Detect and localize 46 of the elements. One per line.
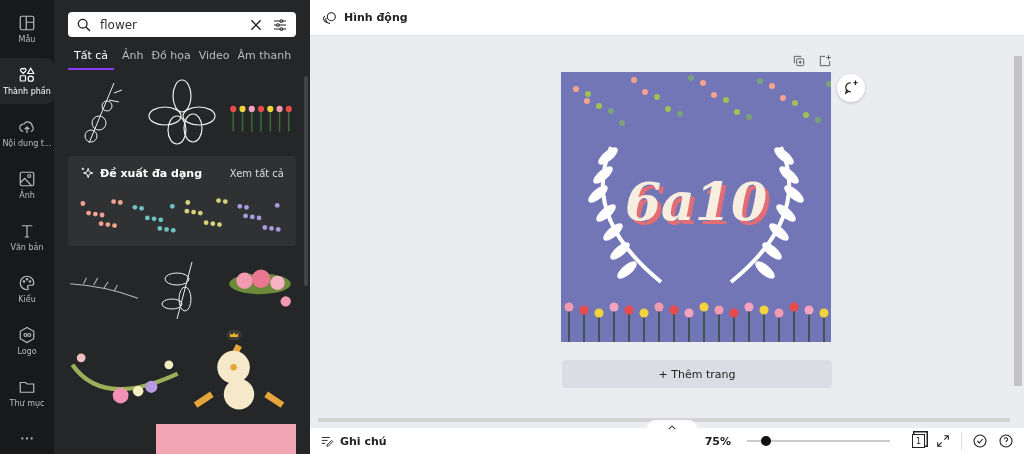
animate-button[interactable]: Hình động: [322, 9, 408, 26]
sidebar-item[interactable]: Thành phần: [0, 58, 54, 104]
zoom-level: 75%: [704, 434, 731, 448]
slider-thumb[interactable]: [760, 436, 771, 446]
scrollbar[interactable]: [1014, 56, 1022, 386]
tab[interactable]: Tất cả: [68, 49, 115, 70]
sidebar-item[interactable]: Logo: [0, 318, 54, 364]
sidebar-item[interactable]: Kiểu: [0, 266, 54, 312]
comment-icon: [842, 79, 860, 97]
palette-icon: [18, 274, 36, 292]
notes-button[interactable]: Ghi chú: [320, 434, 695, 448]
sparkle-icon: [80, 166, 94, 180]
tab[interactable]: Âm thanh: [235, 49, 292, 70]
design-title[interactable]: 6a10: [624, 171, 768, 232]
add-page-button[interactable]: + Thêm trang: [562, 360, 832, 388]
sidebar-item[interactable]: Nội dung t...: [0, 110, 54, 156]
more-icon[interactable]: [20, 436, 34, 441]
sidebar-item[interactable]: Văn bản: [0, 214, 54, 260]
design-page[interactable]: 6a10: [561, 72, 831, 342]
search-field[interactable]: flower: [68, 12, 296, 37]
tab[interactable]: Đồ họa: [149, 49, 191, 70]
help-icon[interactable]: [998, 433, 1014, 449]
check-icon[interactable]: [972, 433, 988, 449]
fullscreen-icon[interactable]: [935, 433, 951, 449]
tab[interactable]: Ảnh: [120, 49, 144, 70]
section-title: Đề xuất đa dạng: [100, 166, 204, 180]
page-count-button[interactable]: 1: [912, 434, 925, 448]
sidebar-item[interactable]: Mẫu: [0, 6, 54, 52]
upload-icon: [18, 118, 36, 136]
template-icon: [18, 14, 36, 32]
sidebar-item[interactable]: Thư mục: [0, 370, 54, 416]
add-comment-button[interactable]: [837, 74, 865, 102]
see-all-link[interactable]: Xem tất cả: [229, 167, 284, 179]
photo-icon: [18, 170, 36, 188]
tab[interactable]: Video: [196, 49, 230, 70]
sidebar-item[interactable]: Ảnh: [0, 162, 54, 208]
notes-icon: [320, 434, 334, 448]
filter-icon[interactable]: [272, 16, 288, 33]
add-page-icon[interactable]: [818, 54, 832, 68]
animation-icon: [322, 9, 338, 26]
chevron-up-icon: [668, 424, 676, 430]
crown-icon: [226, 330, 242, 340]
elements-icon: [18, 66, 36, 84]
search-icon: [76, 16, 92, 33]
logo-icon: [18, 326, 36, 344]
duplicate-page-icon[interactable]: [792, 54, 806, 68]
